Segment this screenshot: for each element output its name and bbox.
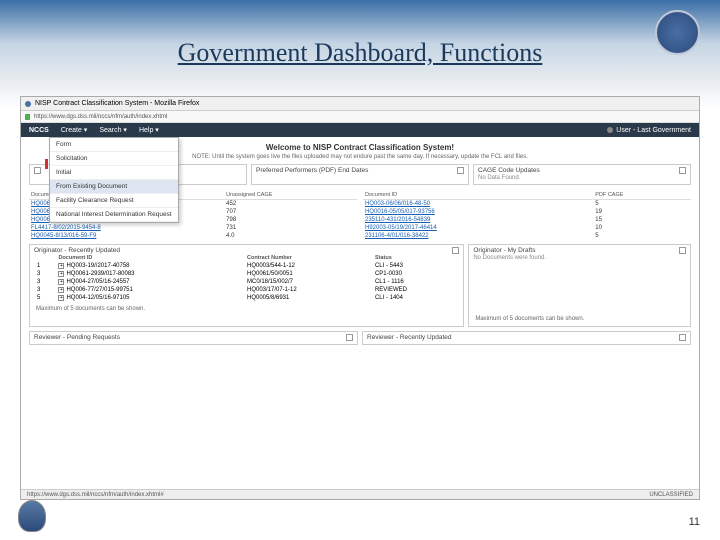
col-doc: Document ID <box>55 254 244 262</box>
panel-checkbox[interactable] <box>679 167 686 174</box>
orig-drafts-header: Originator - My Drafts <box>473 247 535 254</box>
agency-badge-icon <box>18 500 46 532</box>
panel-right-header: CAGE Code Updates <box>478 167 540 174</box>
table-row: 231106-4/01/016-384225 <box>363 232 691 240</box>
panel-rev-pending: Reviewer - Pending Requests <box>29 331 358 345</box>
agency-seal-icon <box>655 10 700 55</box>
col-doc-id2: Document ID <box>363 191 593 200</box>
panel-checkbox[interactable] <box>679 247 686 254</box>
table-row: HQ003-06/06/016-48-505 <box>363 200 691 209</box>
address-bar[interactable]: https://www.dgs.dss.mil/nccs/nfm/auth/in… <box>21 111 699 123</box>
expand-icon[interactable]: + <box>58 295 64 301</box>
dd-item-from-existing[interactable]: From Existing Document <box>50 180 178 194</box>
pdf-table: Document IDPDF CAGE HQ003-06/06/016-48-5… <box>363 191 691 240</box>
dd-item-nid[interactable]: National Interest Determination Request <box>50 208 178 222</box>
table-row: 3+HQ004-27/05/16-24557MC0/18/15/002/7CL1… <box>34 278 459 286</box>
panel-checkbox[interactable] <box>34 167 41 174</box>
orig-updated-table: Document IDContract NumberStatus 1+HQ003… <box>34 254 459 302</box>
table-row: 3+HQ0061-2939/017-80083HQ0061/50/0051CP1… <box>34 270 459 278</box>
dd-item-initial[interactable]: Initial <box>50 166 178 180</box>
table-row: FL4417-8/02/2015-9454-8731 <box>29 224 357 232</box>
app-brand: NCCS <box>29 127 49 134</box>
page-number: 11 <box>689 516 700 528</box>
status-class: UNCLASSIFIED <box>649 492 693 498</box>
table-row: HQ0016-05/05/017-9375619 <box>363 208 691 216</box>
window-title: NISP Contract Classification System - Mo… <box>35 100 199 107</box>
panel-checkbox[interactable] <box>452 247 459 254</box>
url-text: https://www.dgs.dss.mil/nccs/nfm/auth/in… <box>34 114 167 120</box>
orig-updated-header: Originator - Recently Updated <box>34 247 120 254</box>
panel-checkbox[interactable] <box>679 334 686 341</box>
nav-search[interactable]: Search ▾ <box>99 126 127 134</box>
user-menu[interactable]: User - Last Government <box>607 127 691 134</box>
col-unassigned-cage: Unassigned CAGE <box>224 191 357 200</box>
table-row: 3+HQ006-77/27/015-99751HQ003/17/07-1-12R… <box>34 286 459 294</box>
table-row: 235110-431/2016-5483915 <box>363 216 691 224</box>
panel-checkbox[interactable] <box>346 334 353 341</box>
table-row: H92003-05/19/2017-4641410 <box>363 224 691 232</box>
lock-icon <box>25 114 30 120</box>
dd-item-fcr[interactable]: Facility Clearance Request <box>50 194 178 208</box>
panel-checkbox[interactable] <box>457 167 464 174</box>
col-pdf-cage: PDF CAGE <box>593 191 691 200</box>
status-bar: https://www.dgs.dss.mil/nccs/nfm/auth/in… <box>21 489 699 499</box>
col-contract: Contract Number <box>244 254 372 262</box>
max-note2: Maximum of 5 documents can be shown. <box>473 314 686 324</box>
panel-pdf-enddates: Preferred Performers (PDF) End Dates <box>251 164 469 185</box>
panel-rev-recent: Reviewer - Recently Updated <box>362 331 691 345</box>
annotation-mark <box>45 159 48 169</box>
dd-item-solicitation[interactable]: Solicitation <box>50 152 178 166</box>
no-docs-text: No Documents were found. <box>473 254 686 262</box>
table-row: HQ0045-8/13/016-59-F94.0 <box>29 232 357 240</box>
panel-cage-updates: CAGE Code Updates No Data Found. <box>473 164 691 185</box>
user-icon <box>607 127 613 133</box>
slide-title: Government Dashboard, Functions <box>0 38 720 68</box>
rev-recent-header: Reviewer - Recently Updated <box>367 334 452 341</box>
expand-icon[interactable]: + <box>58 271 64 277</box>
col-status: Status <box>372 254 459 262</box>
no-data-text: No Data Found. <box>478 174 686 182</box>
panel-orig-updated: Originator - Recently Updated Document I… <box>29 244 464 327</box>
browser-tabbar: NISP Contract Classification System - Mo… <box>21 97 699 111</box>
panel-mid-header: Preferred Performers (PDF) End Dates <box>256 167 368 174</box>
nav-help[interactable]: Help ▾ <box>139 126 159 134</box>
status-url: https://www.dgs.dss.mil/nccs/nfm/auth/in… <box>27 492 164 498</box>
tab-favicon-icon <box>25 101 31 107</box>
browser-window: NISP Contract Classification System - Mo… <box>20 96 700 500</box>
dd-item-form[interactable]: Form <box>50 138 178 152</box>
expand-icon[interactable]: + <box>58 263 64 269</box>
nav-create[interactable]: Create ▾ <box>61 126 87 134</box>
rev-pending-header: Reviewer - Pending Requests <box>34 334 120 341</box>
expand-icon[interactable]: + <box>58 287 64 293</box>
app-navbar: NCCS Create ▾ Search ▾ Help ▾ User - Las… <box>21 123 699 137</box>
max-note: Maximum of 5 documents can be shown. <box>34 304 459 314</box>
table-row: 1+HQ003-19//2017-40758HQ0003/544-1-12CLI… <box>34 262 459 270</box>
panel-orig-drafts: Originator - My Drafts No Documents were… <box>468 244 691 327</box>
create-dropdown: Form Solicitation Initial From Existing … <box>49 137 179 223</box>
table-row: 5+HQ004-12/05/16-97105HQ0005/8/6931CLI -… <box>34 294 459 302</box>
expand-icon[interactable]: + <box>58 279 64 285</box>
user-label: User - Last Government <box>616 127 691 134</box>
